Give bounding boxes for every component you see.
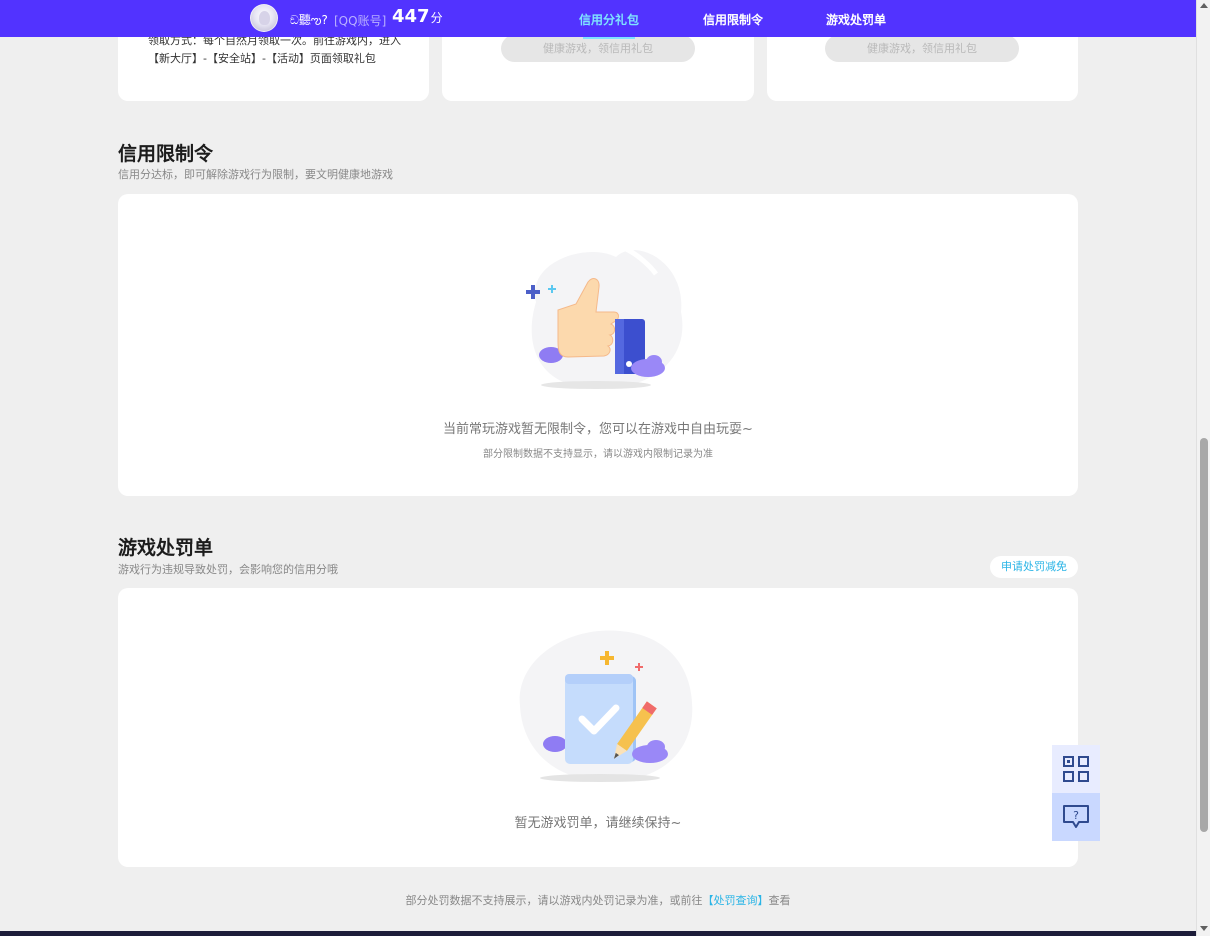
help-chat-button[interactable]: ?: [1052, 793, 1100, 841]
penalty-query-link[interactable]: 【处罚查询】: [703, 894, 769, 907]
bottom-edge-strip: [0, 931, 1196, 936]
page-scrollbar[interactable]: [1196, 0, 1210, 936]
clipboard-illustration: [519, 630, 693, 782]
scroll-up-arrow-icon[interactable]: [1200, 3, 1208, 8]
user-nickname: ඞ聽ఌ?: [290, 13, 328, 27]
penalty-section-title: 游戏处罚单: [118, 537, 214, 559]
top-navbar: ඞ聽ఌ? [QQ账号] 447分 信用分礼包 信用限制令 游戏处罚单: [0, 0, 1196, 39]
svg-text:?: ?: [1073, 809, 1079, 822]
help-chat-icon: ?: [1063, 805, 1089, 828]
penalty-panel: 暂无游戏罚单，请继续保持~: [118, 588, 1078, 867]
credit-score-unit: 分: [430, 11, 443, 25]
footer-note: 部分处罚数据不支持展示，请以游戏内处罚记录为准，或前往【处罚查询】查看: [0, 892, 1196, 908]
qr-code-button[interactable]: [1052, 745, 1100, 793]
restriction-section-title: 信用限制令: [118, 143, 214, 165]
avatar[interactable]: [250, 4, 278, 32]
scrollbar-thumb[interactable]: [1200, 438, 1208, 832]
credit-score-value: 447: [392, 6, 430, 27]
restriction-empty-text: 当前常玩游戏暂无限制令，您可以在游戏中自由玩耍~: [443, 422, 753, 437]
tab-credit-restriction[interactable]: 信用限制令: [703, 11, 763, 28]
qr-code-icon: [1063, 756, 1089, 782]
footer-note-suffix: 查看: [768, 894, 791, 907]
penalty-section-subtitle: 游戏行为违规导致处罚，会影响您的信用分哦: [118, 563, 338, 576]
footer-note-text: 部分处罚数据不支持展示，请以游戏内处罚记录为准，或前往: [405, 894, 703, 907]
account-type-tag: [QQ账号]: [334, 14, 387, 28]
restriction-empty-note: 部分限制数据不支持显示，请以游戏内限制记录为准: [483, 449, 713, 460]
gift-card-2-button[interactable]: 健康游戏，领信用礼包: [501, 35, 695, 62]
tab-game-penalty[interactable]: 游戏处罚单: [826, 11, 886, 28]
gift-card-1-desc: 领取方式：每个自然月领取一次。前往游戏内，进入【新大厅】-【安全站】-【活动】页…: [148, 34, 401, 65]
penalty-empty-text: 暂无游戏罚单，请继续保持~: [514, 816, 682, 831]
restriction-section-subtitle: 信用分达标，即可解除游戏行为限制，要文明健康地游戏: [118, 168, 393, 181]
gift-card-3-button[interactable]: 健康游戏，领信用礼包: [825, 35, 1019, 62]
apply-penalty-reduction-button[interactable]: 申请处罚减免: [990, 556, 1078, 578]
thumbs-up-illustration: [526, 244, 683, 389]
restriction-panel: 当前常玩游戏暂无限制令，您可以在游戏中自由玩耍~ 部分限制数据不支持显示，请以游…: [118, 194, 1078, 496]
credit-score: 447分: [392, 6, 443, 27]
scroll-down-arrow-icon[interactable]: [1200, 926, 1208, 931]
tab-credit-gift[interactable]: 信用分礼包: [579, 11, 639, 39]
